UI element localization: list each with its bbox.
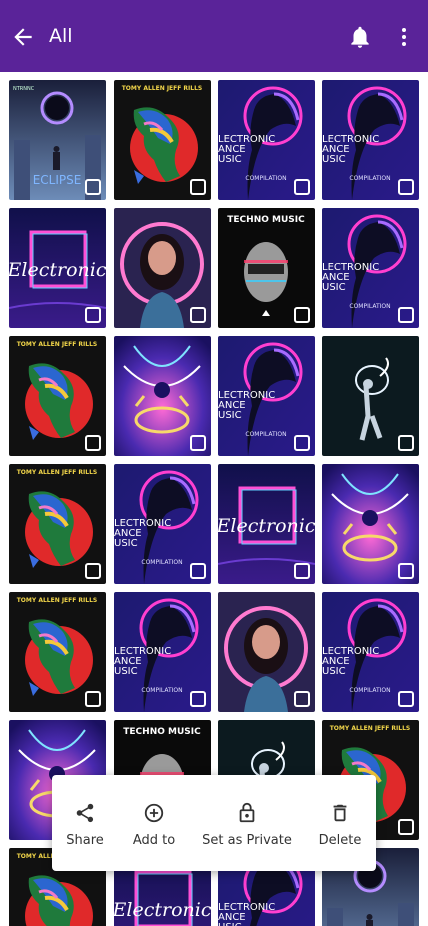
add-to-label: Add to xyxy=(132,833,176,848)
select-checkbox[interactable] xyxy=(398,819,414,835)
media-thumbnail[interactable]: TOMY ALLEN JEFF RILLS xyxy=(114,80,211,200)
media-thumbnail[interactable] xyxy=(114,336,211,456)
svg-text:Electronic: Electronic xyxy=(218,515,315,537)
svg-text:TOMY ALLEN JEFF RILLS: TOMY ALLEN JEFF RILLS xyxy=(122,85,203,92)
svg-text:TECHNO MUSIC: TECHNO MUSIC xyxy=(123,727,201,737)
page-title: All xyxy=(49,25,73,47)
svg-text:TECHNO MUSIC: TECHNO MUSIC xyxy=(227,215,305,225)
svg-text:USIC: USIC xyxy=(322,666,346,677)
select-checkbox[interactable] xyxy=(398,435,414,451)
select-checkbox[interactable] xyxy=(190,307,206,323)
select-checkbox[interactable] xyxy=(294,179,310,195)
select-checkbox[interactable] xyxy=(398,563,414,579)
svg-text:Electronic: Electronic xyxy=(9,259,106,281)
media-thumbnail[interactable]: TOMY ALLEN JEFF RILLS xyxy=(9,336,106,456)
media-thumbnail[interactable]: LECTRONIC ANCE USIC COMPILATION xyxy=(218,80,315,200)
share-label: Share xyxy=(66,833,104,848)
select-checkbox[interactable] xyxy=(190,563,206,579)
trash-icon xyxy=(333,804,347,822)
select-checkbox[interactable] xyxy=(294,691,310,707)
select-checkbox[interactable] xyxy=(190,435,206,451)
select-checkbox[interactable] xyxy=(85,435,101,451)
select-checkbox[interactable] xyxy=(85,307,101,323)
svg-text:TOMY ALLEN JEFF RILLS: TOMY ALLEN JEFF RILLS xyxy=(17,597,98,604)
media-thumbnail[interactable]: Electronic xyxy=(218,464,315,584)
select-checkbox[interactable] xyxy=(294,307,310,323)
svg-text:COMPILATION: COMPILATION xyxy=(349,687,390,694)
svg-text:USIC: USIC xyxy=(218,922,242,926)
media-thumbnail[interactable]: LECTRONIC ANCE USIC COMPILATION xyxy=(218,336,315,456)
svg-text:COMPILATION: COMPILATION xyxy=(349,303,390,310)
media-thumbnail[interactable]: Electronic xyxy=(9,208,106,328)
media-thumbnail[interactable]: LECTRONIC ANCE USIC COMPILATION xyxy=(322,208,419,328)
media-thumbnail[interactable] xyxy=(322,336,419,456)
media-thumbnail[interactable]: LECTRONIC ANCE USIC COMPILATION xyxy=(114,464,211,584)
media-thumbnail[interactable] xyxy=(218,592,315,712)
select-checkbox[interactable] xyxy=(85,563,101,579)
svg-text:Electronic: Electronic xyxy=(114,899,211,921)
svg-text:USIC: USIC xyxy=(218,410,242,421)
add-circle-icon xyxy=(144,803,164,823)
app-bar: All xyxy=(0,0,428,72)
media-thumbnail[interactable]: LECTRONIC ANCE USIC COMPILATION xyxy=(322,592,419,712)
svg-text:NTRNNC: NTRNNC xyxy=(13,86,35,92)
svg-text:COMPILATION: COMPILATION xyxy=(141,559,182,566)
select-checkbox[interactable] xyxy=(190,179,206,195)
svg-text:USIC: USIC xyxy=(114,666,138,677)
media-thumbnail[interactable]: TECHNO MUSIC xyxy=(218,208,315,328)
svg-text:TOMY ALLEN JEFF RILLS: TOMY ALLEN JEFF RILLS xyxy=(17,469,98,476)
select-checkbox[interactable] xyxy=(85,691,101,707)
share-button[interactable]: Share xyxy=(52,775,118,871)
svg-text:COMPILATION: COMPILATION xyxy=(349,175,390,182)
back-arrow-icon[interactable] xyxy=(10,24,36,50)
delete-button[interactable]: Delete xyxy=(314,775,366,871)
svg-text:USIC: USIC xyxy=(322,282,346,293)
select-checkbox[interactable] xyxy=(294,563,310,579)
notification-bell-icon[interactable] xyxy=(347,24,373,50)
select-checkbox[interactable] xyxy=(398,691,414,707)
media-thumbnail[interactable] xyxy=(114,208,211,328)
add-to-button[interactable]: Add to xyxy=(123,775,185,871)
svg-text:USIC: USIC xyxy=(218,154,242,165)
select-checkbox[interactable] xyxy=(294,435,310,451)
more-options-icon[interactable] xyxy=(392,24,416,50)
svg-text:COMPILATION: COMPILATION xyxy=(245,175,286,182)
selection-action-sheet: Share Add to Set as Private Delete xyxy=(52,775,376,871)
svg-text:ECLIPSE: ECLIPSE xyxy=(33,173,82,187)
set-as-private-button[interactable]: Set as Private xyxy=(199,775,295,871)
svg-text:USIC: USIC xyxy=(114,538,138,549)
media-thumbnail[interactable]: LECTRONIC ANCE USIC COMPILATION xyxy=(322,80,419,200)
media-thumbnail[interactable]: ECLIPSE NTRNNC xyxy=(9,80,106,200)
select-checkbox[interactable] xyxy=(398,307,414,323)
media-thumbnail[interactable] xyxy=(322,464,419,584)
share-icon xyxy=(76,803,94,823)
svg-text:COMPILATION: COMPILATION xyxy=(141,687,182,694)
select-checkbox[interactable] xyxy=(190,691,206,707)
svg-text:COMPILATION: COMPILATION xyxy=(245,431,286,438)
lock-icon xyxy=(239,802,255,823)
svg-text:TOMY ALLEN JEFF RILLS: TOMY ALLEN JEFF RILLS xyxy=(17,341,98,348)
svg-text:TOMY ALLEN JEFF RILLS: TOMY ALLEN JEFF RILLS xyxy=(330,725,411,732)
select-checkbox[interactable] xyxy=(85,179,101,195)
set-as-private-label: Set as Private xyxy=(202,833,292,848)
svg-text:USIC: USIC xyxy=(322,154,346,165)
select-checkbox[interactable] xyxy=(398,179,414,195)
media-thumbnail[interactable]: TOMY ALLEN JEFF RILLS xyxy=(9,592,106,712)
media-thumbnail[interactable]: LECTRONIC ANCE USIC COMPILATION xyxy=(114,592,211,712)
delete-label: Delete xyxy=(318,833,362,848)
media-thumbnail[interactable]: TOMY ALLEN JEFF RILLS xyxy=(9,464,106,584)
